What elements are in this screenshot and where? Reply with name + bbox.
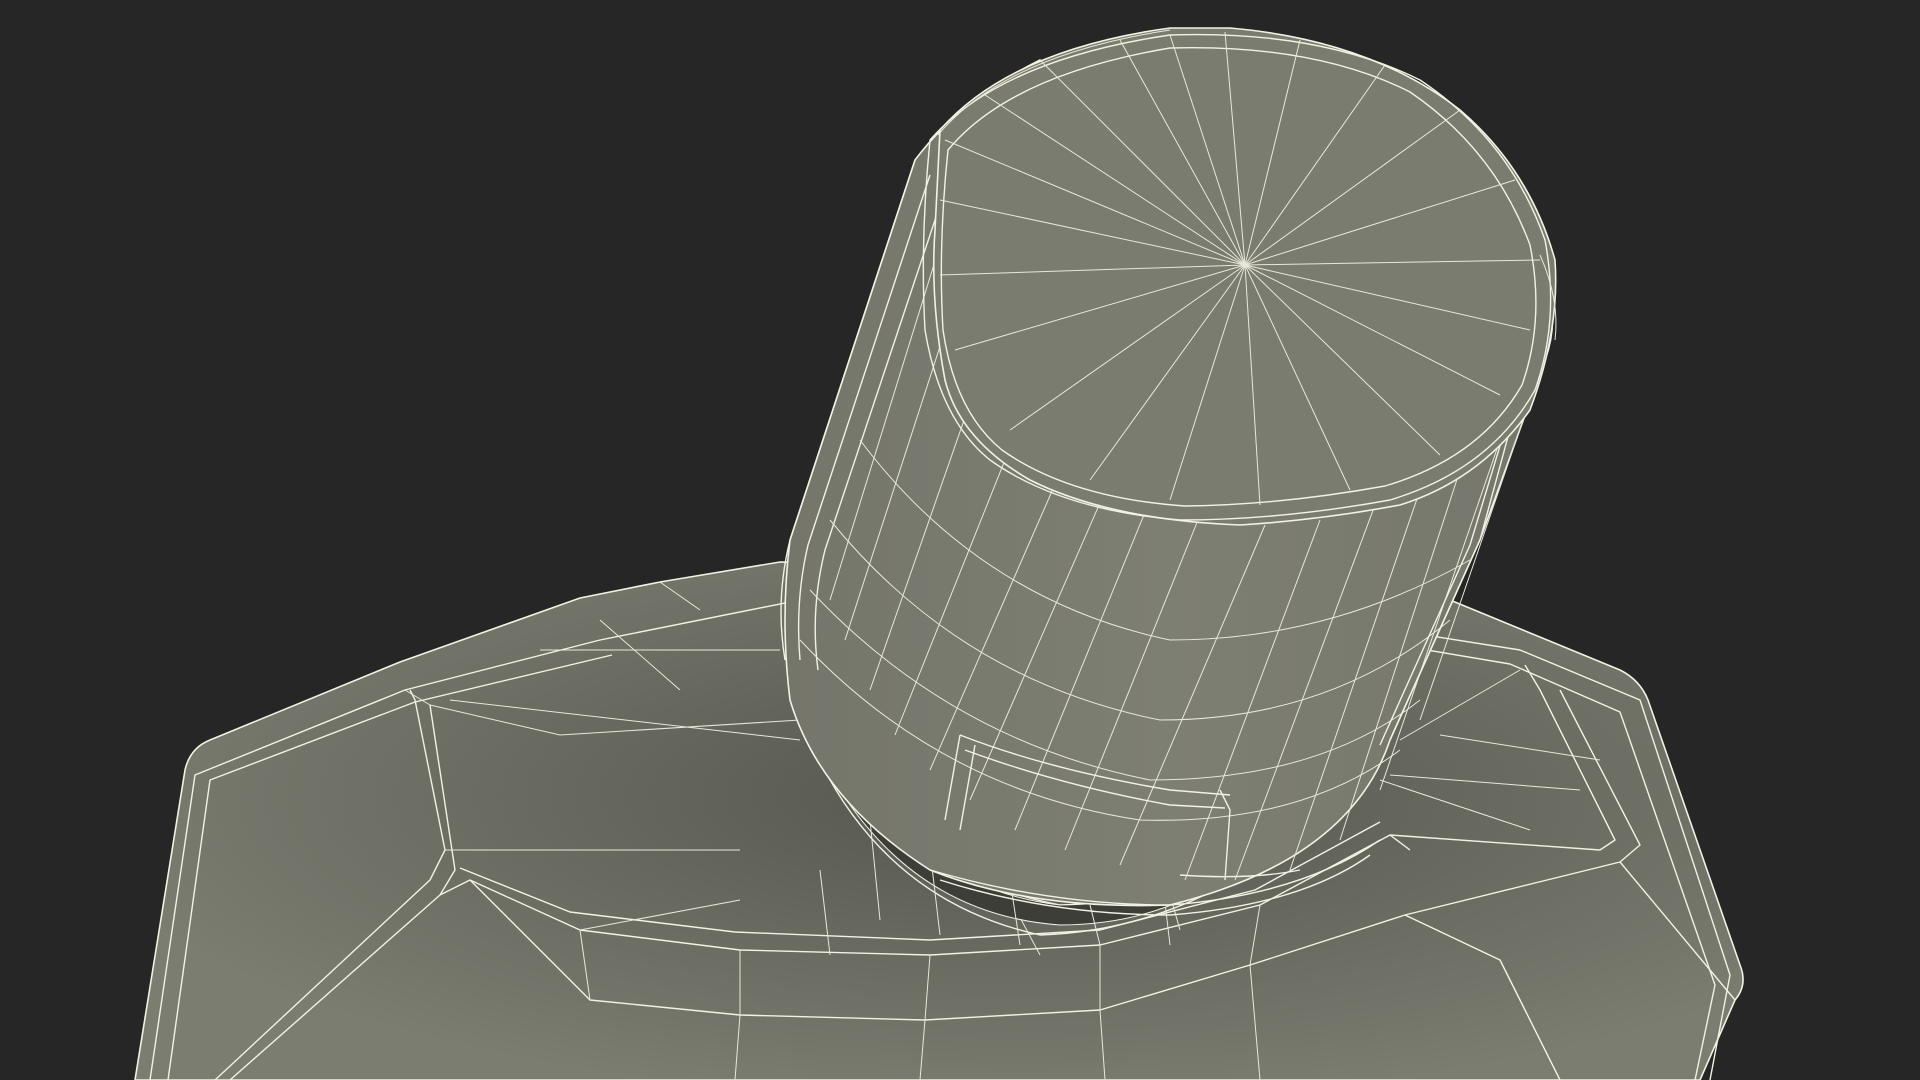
bottle-cap-top: [922, 27, 1557, 526]
wireframe-render: [134, 27, 1744, 1080]
3d-viewport[interactable]: [0, 0, 1920, 1080]
